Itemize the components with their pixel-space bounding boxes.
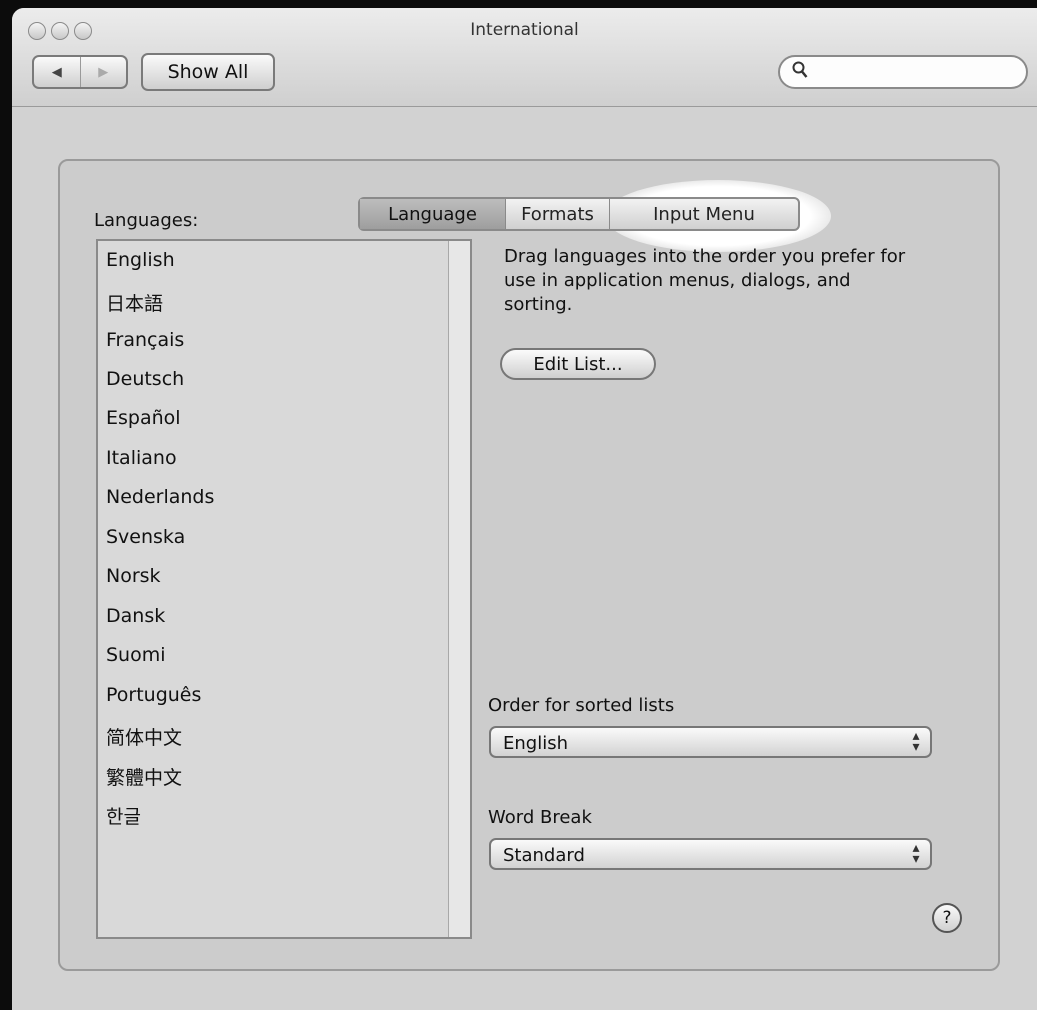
language-item-english[interactable]: English <box>106 249 175 271</box>
window-toolbar: International ◀ ▶ Show All <box>12 8 1037 107</box>
back-arrow-icon: ◀ <box>51 64 62 80</box>
language-item-swedish[interactable]: Svenska <box>106 526 185 548</box>
navigation-buttons: ◀ ▶ <box>32 55 128 89</box>
tab-formats[interactable]: Formats <box>505 199 609 229</box>
language-item-french[interactable]: Français <box>106 329 184 351</box>
preferences-content: Language Formats Input Menu Languages: E… <box>12 107 1037 1010</box>
language-item-simplified-chinese[interactable]: 简体中文 <box>106 723 182 750</box>
sorted-lists-label: Order for sorted lists <box>488 695 675 716</box>
word-break-label: Word Break <box>488 807 592 828</box>
forward-button[interactable]: ▶ <box>79 57 127 87</box>
language-item-japanese[interactable]: 日本語 <box>106 289 163 316</box>
word-break-value: Standard <box>503 845 585 866</box>
sorted-lists-value: English <box>503 733 568 754</box>
preferences-window: International ◀ ▶ Show All Language Form… <box>12 8 1037 1010</box>
language-item-traditional-chinese[interactable]: 繁體中文 <box>106 763 182 790</box>
language-item-german[interactable]: Deutsch <box>106 368 184 390</box>
search-icon <box>792 61 808 84</box>
sorted-lists-popup[interactable]: English ▴ ▾ <box>489 726 932 758</box>
edit-list-button[interactable]: Edit List... <box>500 348 656 380</box>
languages-label: Languages: <box>94 210 199 231</box>
language-item-portuguese[interactable]: Português <box>106 684 201 706</box>
up-down-arrows-icon: ▴ ▾ <box>912 840 920 867</box>
languages-scrollbar[interactable] <box>448 241 470 937</box>
tab-language[interactable]: Language <box>360 199 505 229</box>
language-item-danish[interactable]: Dansk <box>106 605 165 627</box>
language-item-norwegian[interactable]: Norsk <box>106 565 161 587</box>
language-item-spanish[interactable]: Español <box>106 407 181 429</box>
help-button[interactable]: ? <box>932 903 962 933</box>
word-break-popup[interactable]: Standard ▴ ▾ <box>489 838 932 870</box>
back-button[interactable]: ◀ <box>34 57 80 87</box>
languages-description: Drag languages into the order you prefer… <box>504 246 906 315</box>
forward-arrow-icon: ▶ <box>98 64 109 80</box>
language-item-korean[interactable]: 한글 <box>106 802 141 829</box>
search-input[interactable] <box>816 61 1010 85</box>
up-down-arrows-icon: ▴ ▾ <box>912 728 920 755</box>
window-title: International <box>470 20 579 40</box>
languages-list[interactable]: English 日本語 Français Deutsch Español Ita… <box>96 239 472 939</box>
language-item-dutch[interactable]: Nederlands <box>106 486 214 508</box>
tab-input-menu[interactable]: Input Menu <box>609 199 798 229</box>
show-all-button[interactable]: Show All <box>141 53 275 91</box>
search-field[interactable] <box>778 55 1028 89</box>
tab-bar: Language Formats Input Menu <box>358 197 800 231</box>
language-item-italian[interactable]: Italiano <box>106 447 177 469</box>
language-item-finnish[interactable]: Suomi <box>106 644 166 666</box>
